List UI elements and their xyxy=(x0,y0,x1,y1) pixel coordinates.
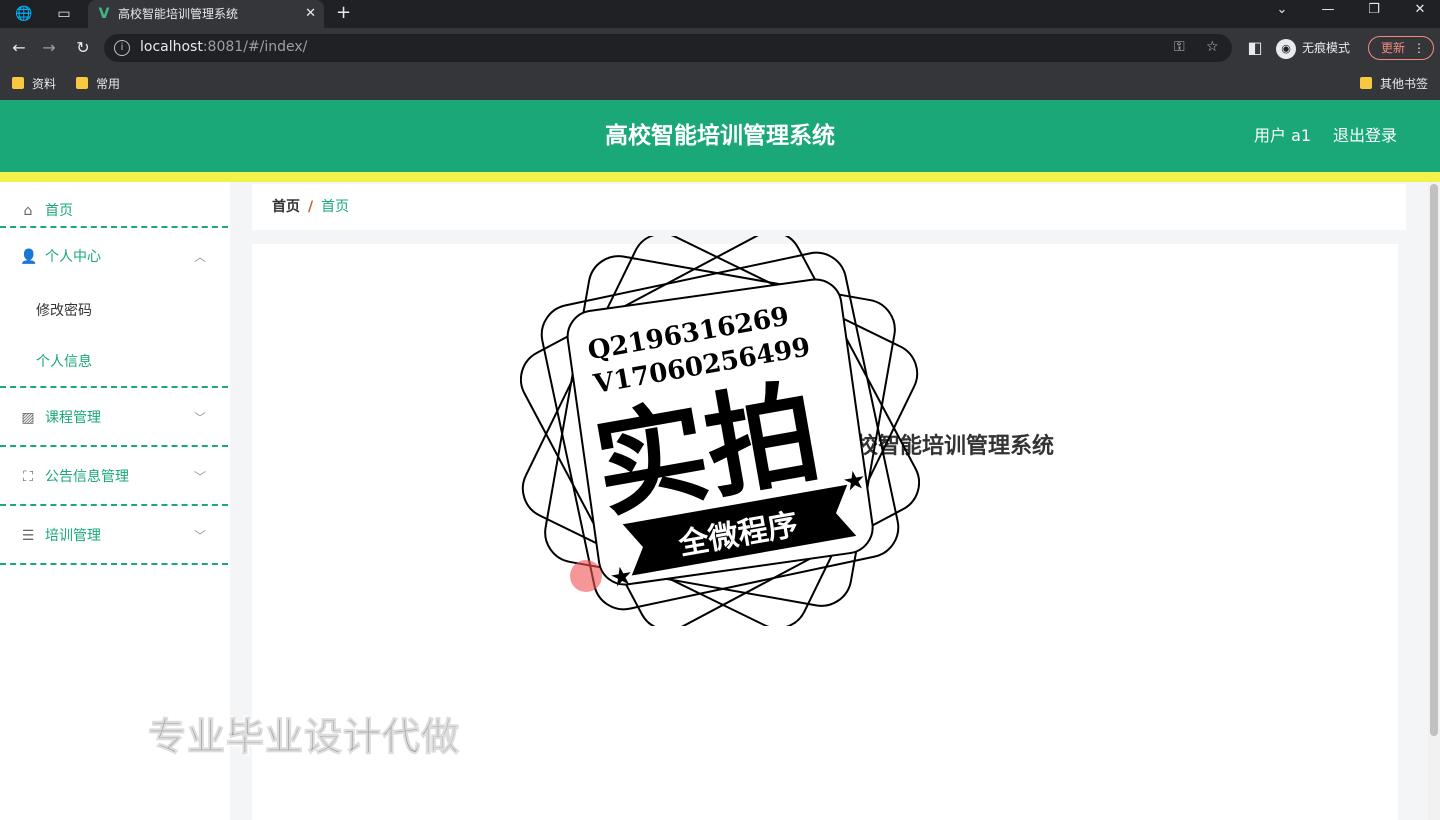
browser-tab[interactable]: V 高校智能培训管理系统 ✕ xyxy=(88,0,324,28)
app-title: 高校智能培训管理系统 xyxy=(605,123,835,149)
sidebar-item-course-mgmt[interactable]: ▨ 课程管理 ﹀ xyxy=(0,389,228,447)
sidebar-item-training-mgmt[interactable]: ☰ 培训管理 ﹀ xyxy=(0,507,228,565)
address-bar[interactable]: i localhost:8081/#/index/ ⚿ ☆ xyxy=(104,34,1232,62)
sidebar-item-personal-info[interactable]: 个人信息 xyxy=(36,353,92,371)
divider xyxy=(0,445,228,447)
list-icon: ☰ xyxy=(21,528,35,544)
minimize-icon[interactable]: — xyxy=(1316,2,1340,17)
close-window-icon[interactable]: ✕ xyxy=(1408,2,1432,17)
chevron-up-icon: ︿ xyxy=(193,250,206,264)
folder-icon xyxy=(12,77,24,89)
bookmark-star-icon[interactable]: ☆ xyxy=(1206,39,1219,55)
folder-icon xyxy=(76,77,88,89)
chevron-down-icon: ﹀ xyxy=(193,470,206,484)
restore-icon[interactable]: ❐ xyxy=(1362,2,1386,17)
tab-search-icon[interactable]: ▭ xyxy=(54,4,74,24)
breadcrumb-separator: / xyxy=(308,199,314,215)
logout-link[interactable]: 退出登录 xyxy=(1333,100,1397,172)
divider xyxy=(0,386,228,388)
browser-tab-bar: 🌐 ▭ V 高校智能培训管理系统 ✕ + ⌄ — ❐ ✕ xyxy=(0,0,1440,28)
breadcrumb: 首页 / 首页 xyxy=(252,184,1406,230)
user-label: 用户 a1 xyxy=(1254,126,1312,145)
vue-logo-icon: V xyxy=(98,6,110,22)
promo-watermark: 专业毕业设计代做 xyxy=(147,715,461,760)
url-text[interactable]: localhost:8081/#/index/ xyxy=(140,39,307,55)
chevron-down-icon: ﹀ xyxy=(193,411,206,425)
fullscreen-icon: ⛶ xyxy=(23,469,33,485)
folder-icon xyxy=(1360,77,1372,89)
incognito-icon: ◉ xyxy=(1276,38,1296,59)
chart-icon: ▨ xyxy=(21,410,35,426)
key-icon[interactable]: ⚿ xyxy=(1174,39,1185,55)
divider xyxy=(0,563,228,565)
scrollbar-thumb[interactable] xyxy=(1430,184,1438,736)
tab-title: 高校智能培训管理系统 xyxy=(118,7,239,21)
chevron-down-icon: ﹀ xyxy=(193,529,206,543)
sidebar-item-change-password[interactable]: 修改密码 xyxy=(36,302,92,320)
back-icon[interactable]: ← xyxy=(8,37,30,59)
home-icon: ⌂ xyxy=(23,203,33,219)
bookmark-folder-ziliao[interactable]: 资料 xyxy=(12,76,56,92)
menu-kebab-icon: ⋮ xyxy=(1413,41,1425,55)
forward-icon[interactable]: → xyxy=(38,37,60,59)
divider xyxy=(0,504,228,506)
bookmark-folder-changyong[interactable]: 常用 xyxy=(76,76,120,92)
mouse-cursor-highlight xyxy=(570,560,602,592)
user-icon: 👤 xyxy=(20,249,38,265)
globe-icon[interactable]: 🌐 xyxy=(14,4,34,24)
incognito-indicator[interactable]: ◉ 无痕模式 xyxy=(1276,37,1350,59)
new-tab-icon[interactable]: + xyxy=(336,2,351,23)
reload-icon[interactable]: ↻ xyxy=(72,37,94,59)
sidebar-item-personal-center[interactable]: 👤 个人中心 ︿ xyxy=(0,228,228,286)
browser-toolbar: ← → ↻ i localhost:8081/#/index/ ⚿ ☆ ◧ ◉ 无… xyxy=(0,28,1440,68)
update-button[interactable]: 更新 ⋮ xyxy=(1368,36,1434,60)
breadcrumb-current: 首页 xyxy=(321,199,350,215)
other-bookmarks[interactable]: 其他书签 xyxy=(1360,76,1428,92)
app-header: 高校智能培训管理系统 用户 a1 退出登录 xyxy=(0,100,1440,182)
close-tab-icon[interactable]: ✕ xyxy=(305,0,316,28)
breadcrumb-root[interactable]: 首页 xyxy=(272,199,300,215)
page-scrollbar[interactable] xyxy=(1428,182,1440,820)
side-panel-icon[interactable]: ◧ xyxy=(1244,37,1266,59)
bookmarks-bar: 资料 常用 其他书签 xyxy=(0,68,1440,100)
sidebar-item-notice-mgmt[interactable]: ⛶ 公告信息管理 ﹀ xyxy=(0,448,228,506)
tab-list-chevron-icon[interactable]: ⌄ xyxy=(1270,2,1294,17)
site-info-icon[interactable]: i xyxy=(114,40,130,56)
